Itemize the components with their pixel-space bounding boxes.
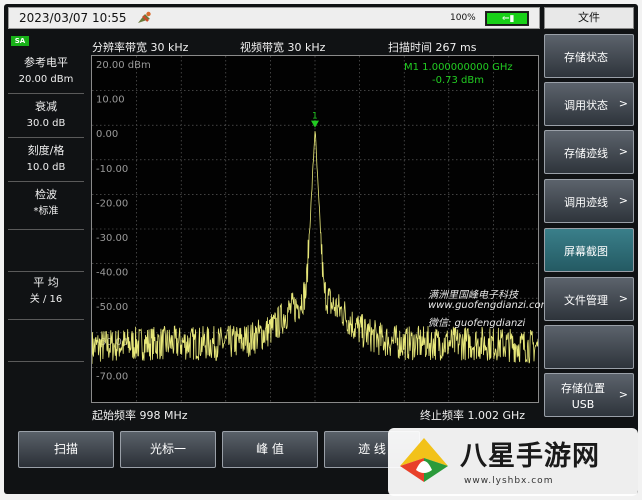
softkey-file-manager[interactable]: 文件管理 > <box>544 277 634 321</box>
marker-number: 1 <box>312 112 318 122</box>
menu-title: 文件 <box>544 7 634 29</box>
softkey-label: 存储状态 <box>564 51 608 64</box>
marker-key[interactable]: 光标一 <box>120 431 216 468</box>
start-frequency: 起始频率 998 MHz <box>92 409 188 422</box>
marker-readout-label: M1 1.000000000 GHz <box>404 62 513 73</box>
param-value: 30.0 dB <box>26 118 66 129</box>
param-label: 平 均 <box>33 276 59 289</box>
attenuation-block[interactable]: 衰减 30.0 dB <box>8 98 84 138</box>
param-label: 衰减 <box>35 100 57 113</box>
watermark-flame-icon <box>400 438 448 482</box>
connection-icon <box>138 11 151 23</box>
spectrum-chart: 20.00 dBm 10.00 0.00 -10.00 -20.00 -30.00 -40.… <box>92 56 538 402</box>
softkey-save-state[interactable]: 存储状态 <box>544 34 634 78</box>
spectrum-graph[interactable]: 20.00 dBm 10.00 0.00 -10.00 -20.00 -30.00 -40.… <box>91 55 539 403</box>
graph-footer: 起始频率 998 MHz 终止频率 1.002 GHz <box>90 407 540 422</box>
softkey-label: 文件管理 <box>564 294 608 307</box>
y-tick-label: 0.00 <box>96 129 118 140</box>
detector-block[interactable]: 检波 *标准 <box>8 186 84 230</box>
mode-badge: SA <box>11 36 29 46</box>
marker-readout-level: -0.73 dBm <box>432 75 484 86</box>
y-tick-label: -30.00 <box>96 233 128 244</box>
param-value: 20.00 dBm <box>18 74 74 85</box>
softkey-recall-state[interactable]: 调用状态 > <box>544 82 634 126</box>
y-tick-label: -40.00 <box>96 268 128 279</box>
softkey-recall-trace[interactable]: 调用迹线 > <box>544 179 634 223</box>
left-parameter-panel: 参考电平 20.00 dBm 衰减 30.0 dB 刻度/格 10.0 dB 检… <box>8 50 84 362</box>
stop-frequency: 终止频率 1.002 GHz <box>420 409 526 422</box>
param-label: 刻度/格 <box>27 144 65 157</box>
softkey-sub-value: USB <box>571 398 595 411</box>
y-tick-label: 20.00 dBm <box>96 60 151 71</box>
param-label: 参考电平 <box>24 56 68 69</box>
chevron-right-icon: > <box>618 388 628 401</box>
datetime: 2023/03/07 10:55 <box>19 11 127 25</box>
y-tick-label: 10.00 <box>96 95 125 106</box>
average-block[interactable]: 平 均 关 / 16 <box>8 274 84 320</box>
chevron-right-icon: > <box>618 194 628 207</box>
sweep-time-readout: 扫描时间 267 ms <box>388 41 477 54</box>
empty-block <box>8 320 84 362</box>
softkey-label: 调用状态 <box>564 99 608 112</box>
softkey-label: 存储位置 <box>561 382 605 395</box>
param-value: *标准 <box>33 206 59 217</box>
watermark-logo: 八星手游网 www.lyshbx.com <box>388 428 638 496</box>
watermark-title: 八星手游网 <box>460 441 600 472</box>
param-label: 检波 <box>35 188 57 201</box>
param-value: 10.0 dB <box>26 162 66 173</box>
softkey-label: 调用迹线 <box>564 196 608 209</box>
peak-key[interactable]: 峰 值 <box>222 431 318 468</box>
ref-level-block[interactable]: 参考电平 20.00 dBm <box>8 54 84 94</box>
softkey-empty[interactable] <box>544 325 634 369</box>
sweep-key[interactable]: 扫描 <box>18 431 114 468</box>
overlay-company: 满洲里国峰电子科技 <box>428 290 518 301</box>
softkey-storage-location[interactable]: 存储位置 USB > <box>544 373 634 417</box>
y-tick-label: -50.00 <box>96 302 128 313</box>
graph-header: 分辨率带宽 30 kHz 视频带宽 30 kHz 扫描时间 267 ms <box>90 39 540 54</box>
status-bar: 2023/03/07 10:55 100% ⇐▮ <box>8 7 540 29</box>
scale-block[interactable]: 刻度/格 10.0 dB <box>8 142 84 182</box>
marker-triangle <box>311 120 319 128</box>
overlay-website: www.guofengdianzi.com <box>428 300 551 311</box>
softkey-screenshot[interactable]: 屏幕截图 <box>544 228 634 272</box>
rbw-readout: 分辨率带宽 30 kHz <box>92 41 189 54</box>
vbw-readout: 视频带宽 30 kHz <box>240 41 326 54</box>
y-tick-label: -20.00 <box>96 198 128 209</box>
softkey-label: 屏幕截图 <box>564 245 608 258</box>
empty-block <box>8 230 84 272</box>
param-value: 关 / 16 <box>29 294 63 305</box>
y-tick-label: -10.00 <box>96 164 128 175</box>
battery-percent: 100% <box>450 13 476 23</box>
chevron-right-icon: > <box>618 145 628 158</box>
chevron-right-icon: > <box>618 97 628 110</box>
chevron-right-icon: > <box>618 292 628 305</box>
softkey-save-trace[interactable]: 存储迹线 > <box>544 130 634 174</box>
overlay-wechat: 微信: guofengdianzi <box>428 318 526 329</box>
watermark-url: www.lyshbx.com <box>464 476 554 486</box>
softkey-label: 存储迹线 <box>564 147 608 160</box>
y-tick-label: -70.00 <box>96 371 128 382</box>
battery-icon: ⇐▮ <box>485 11 529 26</box>
